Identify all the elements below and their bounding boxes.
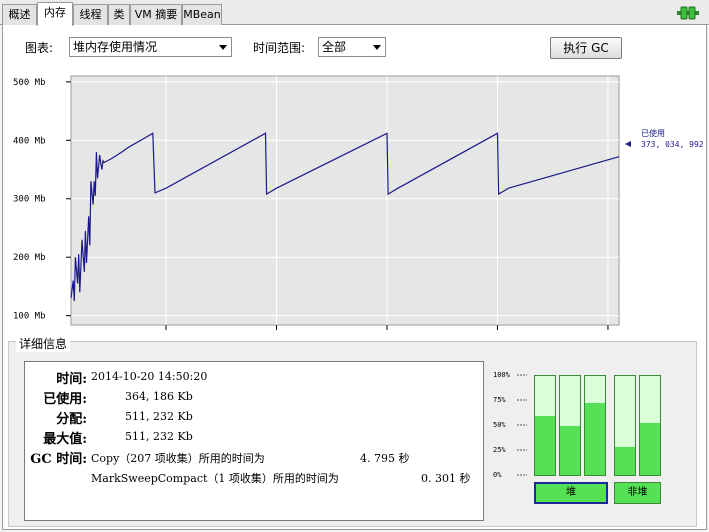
nonheap-pool-bar[interactable] xyxy=(639,375,661,476)
legend: 已使用 373, 034, 992 xyxy=(625,128,704,149)
gc-collector-time: 4. 795 秒 xyxy=(360,452,410,465)
tab-threads[interactable]: 线程 xyxy=(73,4,108,25)
tab-vm-summary[interactable]: VM 摘要 xyxy=(130,4,182,25)
pool-fill xyxy=(615,447,635,475)
percent-tick: 75% xyxy=(493,396,506,404)
time-value: 2014-10-20 14:50:20 xyxy=(91,370,208,383)
y-tick-label: 200 Mb xyxy=(13,253,46,263)
y-tick-label: 100 Mb xyxy=(13,312,46,322)
y-tick-label: 300 Mb xyxy=(13,195,46,205)
perform-gc-button[interactable]: 执行 GC xyxy=(550,37,622,59)
nonheap-pool-bar[interactable] xyxy=(614,375,636,476)
y-tick-label: 500 Mb xyxy=(13,78,46,88)
x-axis-ticks: 14:3014:3514:4014:4514:50 xyxy=(165,325,609,330)
legend-value: 373, 034, 992 xyxy=(641,140,704,149)
range-label: 时间范围: xyxy=(253,41,306,55)
tab-mbean[interactable]: MBean xyxy=(182,4,222,25)
tab-memory[interactable]: 内存 xyxy=(37,2,73,26)
heap-button[interactable]: 堆 xyxy=(534,482,608,504)
chart-label: 图表: xyxy=(25,41,54,55)
gc-collector-time: 0. 301 秒 xyxy=(421,472,471,485)
percent-tick: 100% xyxy=(493,371,510,379)
pool-fill xyxy=(585,402,605,475)
memory-panel: 图表: 堆内存使用情况 时间范围: 全部 执行 GC 500 Mb 400 Mb 3… xyxy=(2,25,707,530)
nonheap-button[interactable]: 非堆 xyxy=(614,482,661,504)
tab-bar: 概述 内存 线程 类 VM 摘要 MBean xyxy=(0,0,709,26)
connection-icon[interactable] xyxy=(677,6,699,20)
time-label: 时间: xyxy=(56,372,87,387)
y-tick-label: 400 Mb xyxy=(13,136,46,146)
max-label: 最大值: xyxy=(43,432,87,447)
tab-classes[interactable]: 类 xyxy=(108,4,130,25)
range-select[interactable]: 全部 xyxy=(318,37,386,57)
percent-tick-marks xyxy=(517,374,527,476)
gc-time-label: GC 时间: xyxy=(30,452,87,467)
used-value: 364, 186 Kb xyxy=(125,390,193,403)
percent-tick: 25% xyxy=(493,446,506,454)
legend-label: 已使用 xyxy=(641,128,665,138)
heap-usage-chart: 500 Mb 400 Mb 300 Mb 200 Mb 100 Mb 14:3014:3… xyxy=(13,75,704,330)
percent-tick: 50% xyxy=(493,421,506,429)
heap-pool-bar[interactable] xyxy=(559,375,581,476)
memory-pools-chart: 100% 75% 50% 25% 0% 堆 非堆 xyxy=(493,365,693,515)
chevron-down-icon xyxy=(219,45,227,50)
chart-select-value: 堆内存使用情况 xyxy=(73,40,158,54)
details-info-box: 时间: 2014-10-20 14:50:20 已使用: 364, 186 Kb… xyxy=(24,361,484,521)
pool-fill xyxy=(560,425,580,475)
pool-fill xyxy=(640,422,660,475)
heap-pool-bar[interactable] xyxy=(534,375,556,476)
committed-value: 511, 232 Kb xyxy=(125,410,193,423)
y-axis-ticks: 500 Mb 400 Mb 300 Mb 200 Mb 100 Mb xyxy=(13,78,71,322)
chart-select[interactable]: 堆内存使用情况 xyxy=(69,37,232,57)
heap-pool-bar[interactable] xyxy=(584,375,606,476)
max-value: 511, 232 Kb xyxy=(125,430,193,443)
legend-marker-icon xyxy=(625,141,631,147)
range-select-value: 全部 xyxy=(322,40,347,54)
chevron-down-icon xyxy=(373,45,381,50)
used-label: 已使用: xyxy=(43,392,87,407)
pool-fill xyxy=(535,415,555,475)
details-title: 详细信息 xyxy=(16,335,71,352)
tab-overview[interactable]: 概述 xyxy=(2,4,37,25)
gc-collector-name: Copy（207 项收集）所用的时间为 xyxy=(91,452,265,465)
percent-tick: 0% xyxy=(493,471,502,479)
committed-label: 分配: xyxy=(56,412,87,427)
gc-collector-name: MarkSweepCompact（1 项收集）所用的时间为 xyxy=(91,472,339,485)
plot-area xyxy=(70,75,620,326)
